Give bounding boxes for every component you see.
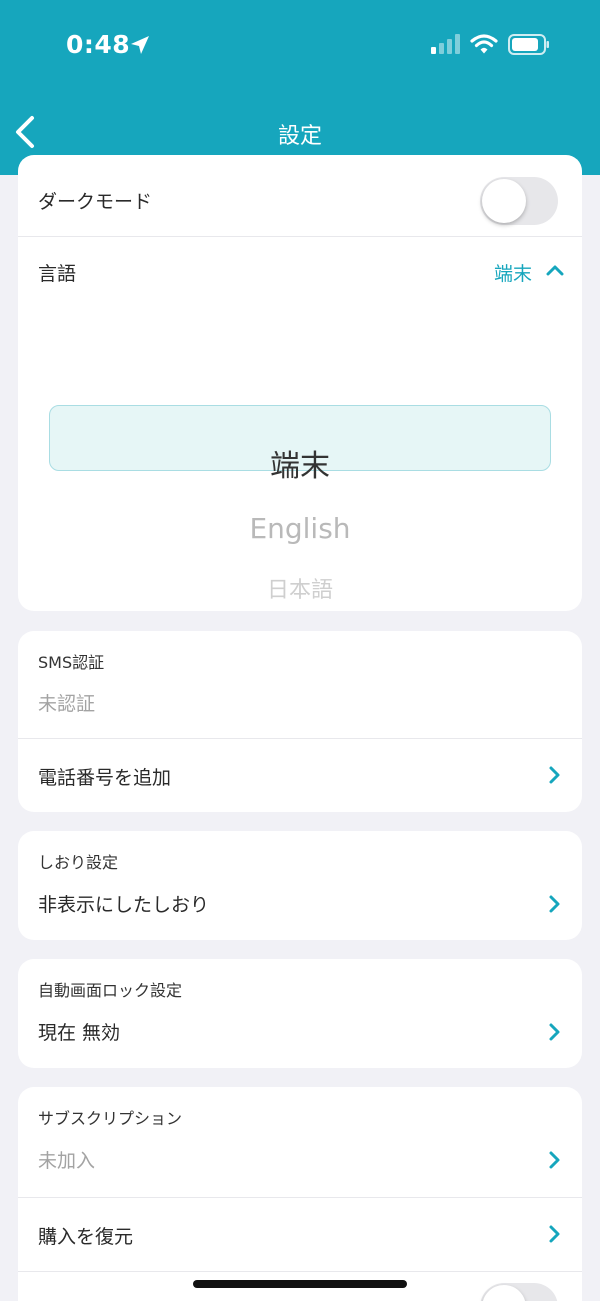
toggle-knob [482,1285,526,1301]
sms-card: SMS認証 未認証 電話番号を追加 [18,631,582,812]
language-option-english[interactable]: English [18,512,582,545]
battery-icon [508,34,549,55]
display-settings-card: ダークモード 言語 端末 端末 English 日本語 [18,155,582,611]
restore-purchase-row[interactable]: 購入を復元 [18,1198,582,1271]
home-indicator [193,1280,407,1288]
language-value: 端末 [493,263,532,285]
location-arrow-icon [131,36,149,54]
language-option-japanese[interactable]: 日本語 [18,572,582,604]
language-label: 言語 [38,263,77,285]
divider [18,1271,582,1272]
status-time: 0:48 [66,30,131,59]
hidden-bookmarks-row[interactable]: 非表示にしたしおり [18,876,582,940]
auto-lock-title: 自動画面ロック設定 [38,981,183,1000]
add-phone-label: 電話番号を追加 [38,767,172,789]
chevron-right-icon [549,1023,560,1041]
subscription-status-row[interactable]: 未加入 [18,1132,582,1196]
subscription-card: サブスクリプション 未加入 購入を復元 [18,1087,582,1301]
cellular-signal-icon [431,34,460,54]
auto-lock-row[interactable]: 現在 無効 [18,1004,582,1068]
dark-mode-label: ダークモード [38,191,153,213]
subscription-status: 未加入 [38,1150,96,1172]
bookmark-title: しおり設定 [38,853,119,872]
status-bar: 0:48 [0,0,600,90]
language-option-device[interactable]: 端末 [18,441,582,485]
sms-title: SMS認証 [38,653,105,672]
chevron-right-icon [549,895,560,913]
add-phone-row[interactable]: 電話番号を追加 [18,739,582,812]
app-header: 0:48 設定 [0,0,600,175]
toggle-knob [482,179,526,223]
chevron-right-icon [549,1151,560,1169]
dark-mode-toggle[interactable] [480,177,558,225]
bookmark-settings-card: しおり設定 非表示にしたしおり [18,831,582,940]
dark-mode-row: ダークモード [18,175,582,237]
restore-purchase-label: 購入を復元 [38,1226,134,1248]
hidden-bookmarks-label: 非表示にしたしおり [38,894,210,916]
chevron-up-icon [546,265,564,276]
partial-toggle[interactable] [480,1283,558,1301]
chevron-right-icon [549,766,560,784]
page-title: 設定 [277,124,322,149]
sms-status: 未認証 [38,693,96,715]
auto-lock-card: 自動画面ロック設定 現在 無効 [18,959,582,1068]
chevron-right-icon [549,1225,560,1243]
wifi-icon [470,34,498,54]
auto-lock-status: 現在 無効 [38,1022,121,1044]
subscription-title: サブスクリプション [38,1109,183,1128]
language-row[interactable]: 言語 端末 [18,237,582,307]
